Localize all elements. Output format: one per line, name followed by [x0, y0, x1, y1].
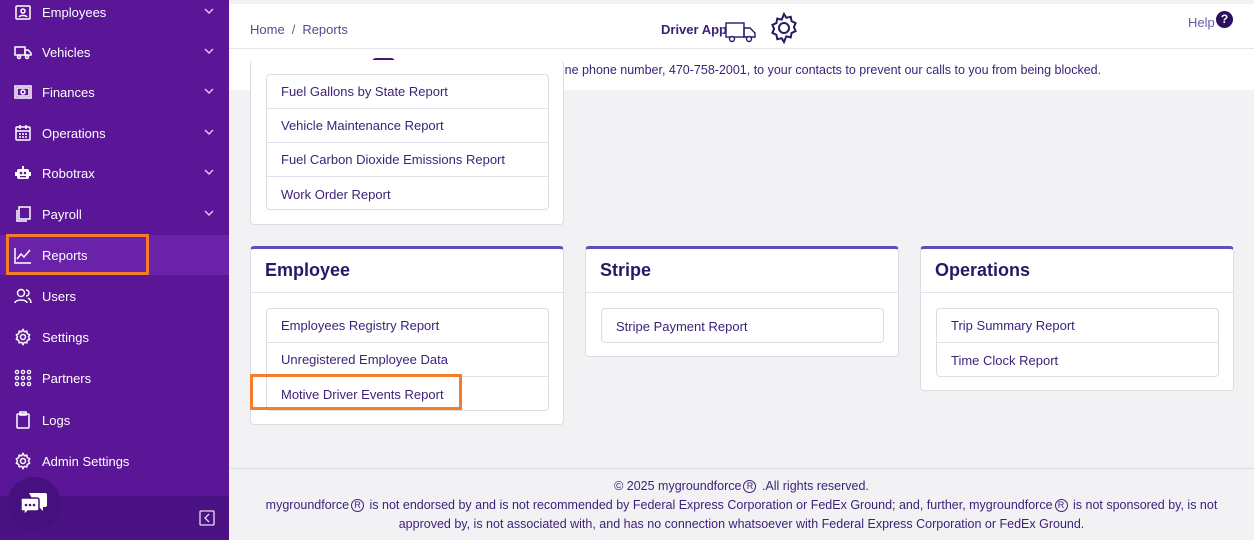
copy-icon: [13, 204, 33, 224]
chevron-down-icon: [204, 48, 214, 55]
sidebar-item-operations[interactable]: Operations: [0, 113, 229, 153]
registered-mark: R: [351, 499, 365, 512]
footer: © 2025 mygroundforce R .All rights reserv…: [229, 468, 1254, 540]
sidebar-item-payroll[interactable]: Payroll: [0, 194, 229, 234]
chevron-down-icon: [204, 210, 214, 217]
operations-reports-card: Operations Trip Summary Report Time Cloc…: [920, 246, 1234, 391]
report-link-stripe-payment[interactable]: Stripe Payment Report: [602, 309, 883, 343]
report-link-unregistered-employee[interactable]: Unregistered Employee Data: [267, 343, 548, 377]
robot-icon: [13, 163, 33, 183]
report-link-work-order[interactable]: Work Order Report: [267, 177, 548, 211]
sidebar-item-label: Employees: [42, 4, 107, 20]
employee-reports-card: Employee Employees Registry Report Unreg…: [250, 246, 564, 425]
sidebar-item-label: Robotrax: [42, 165, 95, 181]
employee-report-list: Employees Registry Report Unregistered E…: [266, 308, 549, 411]
card-divider: [251, 292, 563, 293]
sidebar-item-label: Finances: [42, 84, 95, 100]
truck-icon[interactable]: [725, 20, 757, 44]
report-link-vehicle-maintenance[interactable]: Vehicle Maintenance Report: [267, 109, 548, 143]
report-link-fuel-gallons[interactable]: Fuel Gallons by State Report: [267, 75, 548, 109]
sidebar-item-users[interactable]: Users: [0, 276, 229, 316]
gear-icon: [13, 451, 33, 471]
vehicle-report-list: Fuel Gallons by State Report Vehicle Mai…: [266, 74, 549, 210]
report-link-fuel-co2[interactable]: Fuel Carbon Dioxide Emissions Report: [267, 143, 548, 177]
chevron-down-icon: [204, 169, 214, 176]
sidebar-item-label: Admin Settings: [42, 453, 130, 469]
operations-report-list: Trip Summary Report Time Clock Report: [936, 308, 1219, 377]
card-divider: [586, 292, 898, 293]
chat-button[interactable]: [7, 477, 61, 531]
sidebar-item-label: Settings: [42, 329, 89, 345]
chevron-down-icon: [204, 88, 214, 95]
collapse-sidebar-icon[interactable]: [199, 510, 215, 526]
footer-disclaimer-line: mygroundforce R is not endorsed by and is…: [265, 498, 1218, 512]
main-content: Home / Reports Driver App Help ? Please ad…: [229, 0, 1254, 540]
registered-mark: R: [743, 480, 757, 493]
sidebar-item-robotrax[interactable]: Robotrax: [0, 153, 229, 193]
grid-dots-icon: [13, 368, 33, 388]
sidebar-item-label: Reports: [42, 247, 88, 263]
chart-line-icon: [13, 245, 33, 265]
sidebar-item-reports[interactable]: Reports: [0, 235, 229, 275]
breadcrumb-current: Reports: [302, 22, 348, 37]
driver-app-label[interactable]: Driver App: [661, 22, 727, 37]
report-link-time-clock[interactable]: Time Clock Report: [937, 343, 1218, 377]
calendar-icon: [13, 123, 33, 143]
users-icon: [13, 286, 33, 306]
card-title: Operations: [935, 260, 1031, 280]
vehicle-reports-card: Fuel Gallons by State Report Vehicle Mai…: [250, 60, 564, 225]
top-bar: Home / Reports Driver App Help ?: [229, 4, 1254, 48]
sidebar-item-partners[interactable]: Partners: [0, 358, 229, 398]
sidebar-item-label: Users: [42, 288, 76, 304]
sidebar-item-label: Operations: [42, 125, 106, 141]
card-divider: [921, 292, 1233, 293]
sidebar: Employees Vehicles Finances Operations R…: [0, 0, 229, 540]
help-icon[interactable]: ?: [1216, 11, 1233, 28]
registered-mark: R: [1054, 499, 1068, 512]
stripe-report-list: Stripe Payment Report: [601, 308, 884, 343]
card-title: Stripe: [600, 260, 652, 280]
help-link[interactable]: Help: [1188, 15, 1215, 30]
footer-copyright: © 2025 mygroundforce R .All rights reserv…: [614, 479, 869, 493]
gear-icon: [13, 327, 33, 347]
chevron-down-icon: [204, 8, 214, 15]
truck-icon: [13, 42, 33, 62]
chat-icon: [20, 493, 47, 517]
footer-disclaimer-line: approved by, is not associated with, and…: [398, 517, 1085, 531]
id-card-icon: [13, 2, 33, 22]
sidebar-item-label: Payroll: [42, 206, 82, 222]
sidebar-item-admin-settings[interactable]: Admin Settings: [0, 441, 229, 481]
report-link-employees-registry[interactable]: Employees Registry Report: [267, 309, 548, 343]
breadcrumb: Home / Reports: [250, 22, 348, 37]
sidebar-item-finances[interactable]: Finances: [0, 72, 229, 112]
chevron-down-icon: [204, 129, 214, 136]
sidebar-item-label: Logs: [42, 412, 71, 428]
report-link-motive-driver-events[interactable]: Motive Driver Events Report: [267, 377, 548, 411]
stripe-reports-card: Stripe Stripe Payment Report: [585, 246, 899, 357]
gear-icon[interactable]: [767, 11, 801, 45]
sidebar-item-logs[interactable]: Logs: [0, 400, 229, 440]
sidebar-item-settings[interactable]: Settings: [0, 317, 229, 357]
breadcrumb-separator: /: [291, 22, 296, 37]
sidebar-item-label: Partners: [42, 370, 92, 386]
card-title: Employee: [265, 260, 351, 280]
sidebar-item-employees[interactable]: Employees: [0, 0, 229, 32]
clipboard-icon: [13, 410, 33, 430]
sidebar-item-label: Vehicles: [42, 44, 91, 60]
sidebar-item-vehicles[interactable]: Vehicles: [0, 32, 229, 72]
cash-icon: [13, 82, 33, 102]
report-link-trip-summary[interactable]: Trip Summary Report: [937, 309, 1218, 343]
breadcrumb-home[interactable]: Home: [250, 22, 285, 37]
